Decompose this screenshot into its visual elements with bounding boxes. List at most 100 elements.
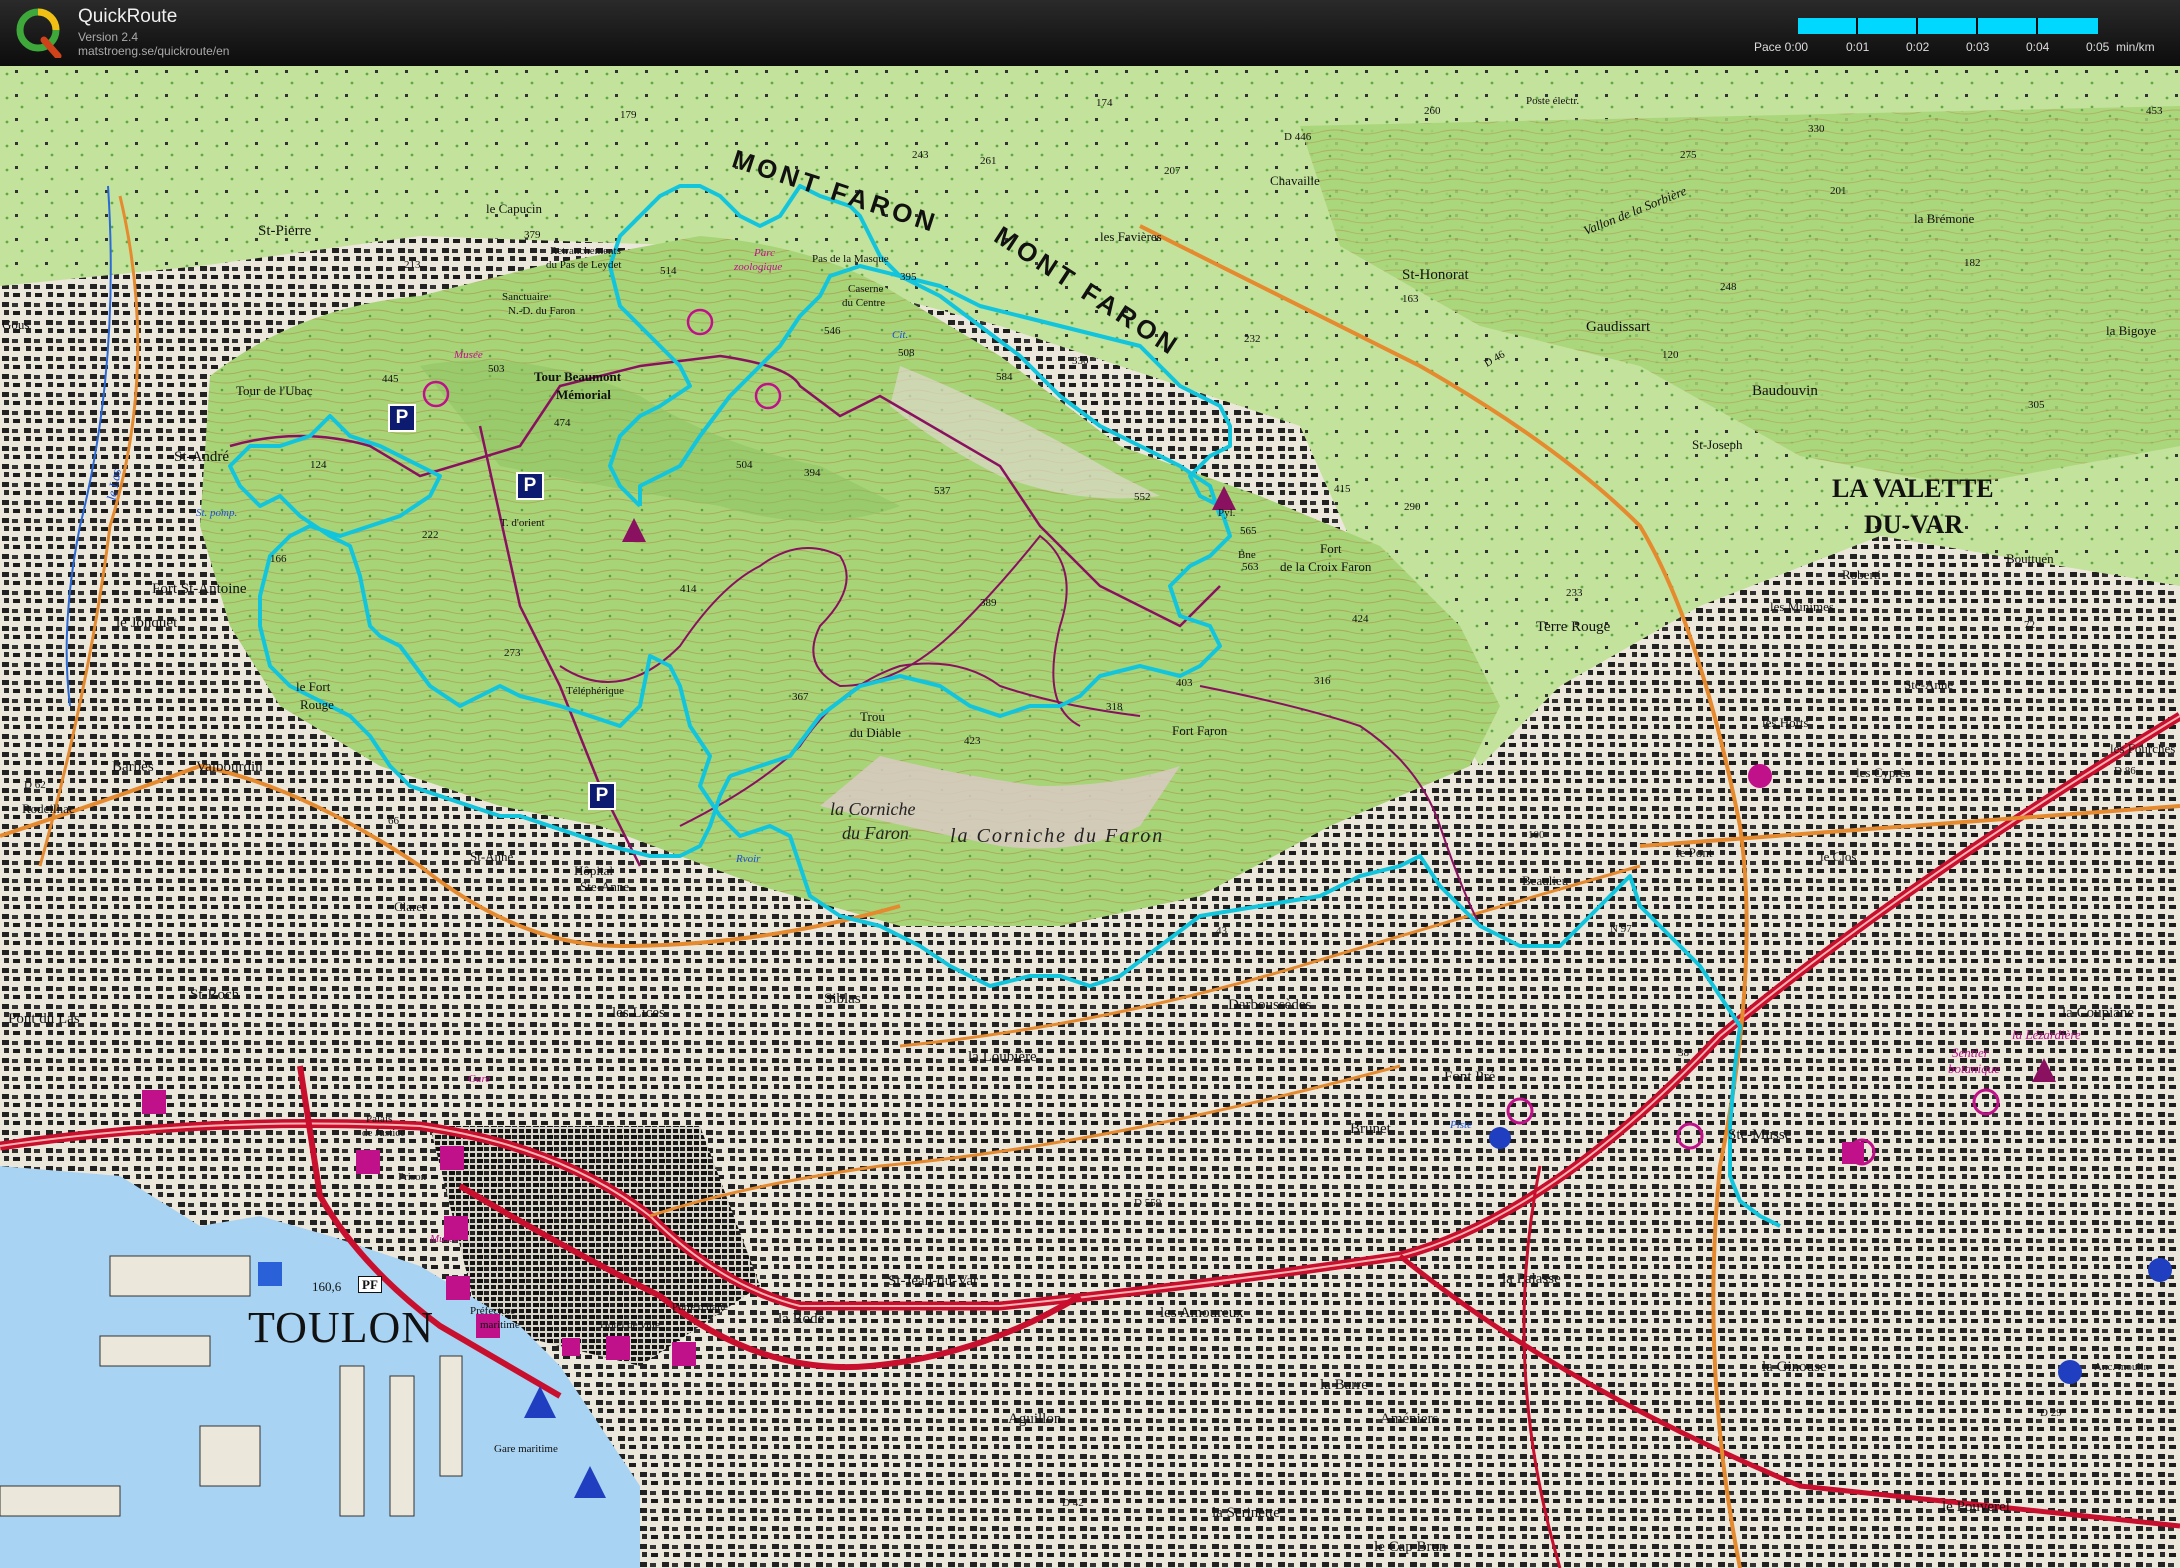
spot-height: 232 (1244, 333, 1261, 345)
spot-height: 43 (1216, 925, 1227, 937)
map-label: botanique (1948, 1061, 2000, 1076)
map-label: les Favières (1100, 229, 1162, 244)
map-label: Ste-Musse (1728, 1127, 1792, 1143)
map-label: Terre Rouge (1536, 619, 1611, 635)
spot-height: 453 (2146, 105, 2163, 117)
map-label: du Diable (850, 725, 901, 740)
map-label: Brunet (1350, 1121, 1391, 1137)
map-label: Bne (1238, 549, 1256, 561)
map-label: Retranchements (550, 245, 621, 257)
map-label: Améniers (1380, 1411, 1439, 1427)
pace-label: 0:01 (1846, 40, 1870, 54)
monument-icon (1842, 1142, 1864, 1164)
spot-height: 424 (1352, 613, 1369, 625)
topographic-map[interactable]: P P P MONT FARON MONT FARON TOULON LA VA… (0, 66, 2180, 1568)
spot-height: 367 (792, 691, 809, 703)
map-label: Prison (398, 1171, 427, 1183)
map-label: Anc. moulin (2094, 1361, 2149, 1373)
pace-scale-labels: Pace 0:00 0:01 0:02 0:03 0:04 0:05 min/k… (1754, 40, 2174, 56)
map-label: St. pomp. (196, 507, 238, 519)
map-label: Gare maritime (494, 1443, 558, 1455)
map-label: Fort St-Antoine (152, 581, 247, 597)
map-label: Chavaille (1270, 173, 1320, 188)
map-label: Siblas (824, 991, 861, 1007)
spot-height: 546 (824, 325, 841, 337)
church-icon (1748, 764, 1772, 788)
map-label: les Fourches (2110, 741, 2176, 756)
map-label: Cit. (892, 329, 909, 341)
monument-icon (606, 1336, 630, 1360)
pace-tick-mark (1916, 18, 1918, 34)
spot-height: 222 (422, 529, 439, 541)
map-label: D 42 (1062, 1497, 1084, 1509)
map-label: la Palasse (1502, 1271, 1561, 1287)
parking-icon: P (388, 404, 416, 432)
spot-height: 201 (1830, 185, 1847, 197)
map-label: Darboussèdes (1228, 997, 1312, 1013)
map-label: le Capucin (486, 201, 542, 216)
map-label: Gare (468, 1073, 491, 1085)
map-label: Fort (1320, 541, 1342, 556)
app-version: Version 2.4 (78, 30, 139, 44)
spot-height: 552 (1134, 491, 1151, 503)
map-label: maritime (480, 1319, 520, 1331)
map-label: Rvoir (736, 853, 761, 865)
pace-label: 0:04 (2026, 40, 2050, 54)
pace-tick-mark (1976, 18, 1978, 34)
map-label: Piste (1450, 1119, 1472, 1131)
map-label: les Cyprès (1856, 765, 1911, 780)
pace-label: Pace 0:00 (1754, 40, 1809, 54)
map-label-du-var: DU-VAR (1864, 510, 1964, 539)
spot-height: 584 (996, 371, 1013, 383)
map-label: St-Joseph (1692, 437, 1743, 452)
dock (0, 1485, 121, 1517)
map-label: le Jonquet (116, 615, 178, 631)
spot-height: 38 (1678, 1047, 1689, 1059)
map-label: Fort Faron (1172, 723, 1228, 738)
map-label: du Centre (842, 297, 886, 309)
spot-height: 260 (1424, 105, 1441, 117)
pool-icon (2148, 1258, 2172, 1282)
pace-label: 0:03 (1966, 40, 1990, 54)
spot-height: 318 (1106, 701, 1123, 713)
map-label: Porte d'Italie (672, 1301, 729, 1313)
spot-height: 504 (736, 459, 753, 471)
spot-height: 290 (1404, 501, 1421, 513)
pier (339, 1365, 365, 1517)
map-label: St-Jean-du-Var (888, 1273, 978, 1289)
map-label: Rodeilhac (22, 801, 75, 816)
spot-height: 389 (980, 597, 997, 609)
map-label: la Ginouse (1762, 1359, 1827, 1375)
pool-icon (2058, 1360, 2082, 1384)
spot-height: 330 (1808, 123, 1825, 135)
spot-height: 305 (2028, 399, 2045, 411)
spot-height: 182 (1964, 257, 1981, 269)
map-label: Poste électr. (1526, 95, 1580, 107)
pace-label: 0:05 (2086, 40, 2110, 54)
map-label: Sanctuaire (502, 291, 549, 303)
spot-height: 213 (404, 259, 421, 271)
map-label: Sentier (1952, 1045, 1989, 1060)
app-url[interactable]: matstroeng.se/quickroute/en (78, 44, 229, 58)
map-label: les Amoureux (1160, 1305, 1244, 1321)
map-label: le Clos (1820, 849, 1857, 864)
map-label: Tour de l'Ubac (236, 383, 313, 398)
monument-icon (562, 1338, 580, 1356)
map-label: St-Honorat (1402, 267, 1469, 283)
spot-height: 423 (964, 735, 981, 747)
map-label: Musée (430, 1233, 459, 1245)
spot-height: 330 (1072, 355, 1089, 367)
spot-height: 395 (900, 271, 917, 283)
spot-height: 120 (1662, 349, 1679, 361)
spot-height: 474 (554, 417, 571, 429)
map-label: T. d'orient (500, 517, 545, 529)
map-label: la Lézardière (2012, 1027, 2081, 1042)
spot-height: 248 (1720, 281, 1737, 293)
spot-height: 414 (680, 583, 697, 595)
pier (389, 1375, 415, 1517)
map-label: les Lices (612, 1005, 665, 1021)
map-label: Trou (860, 709, 885, 724)
pier (439, 1355, 463, 1477)
map-label: 160,6 (312, 1279, 342, 1294)
map-label: la Barre (1320, 1377, 1368, 1393)
